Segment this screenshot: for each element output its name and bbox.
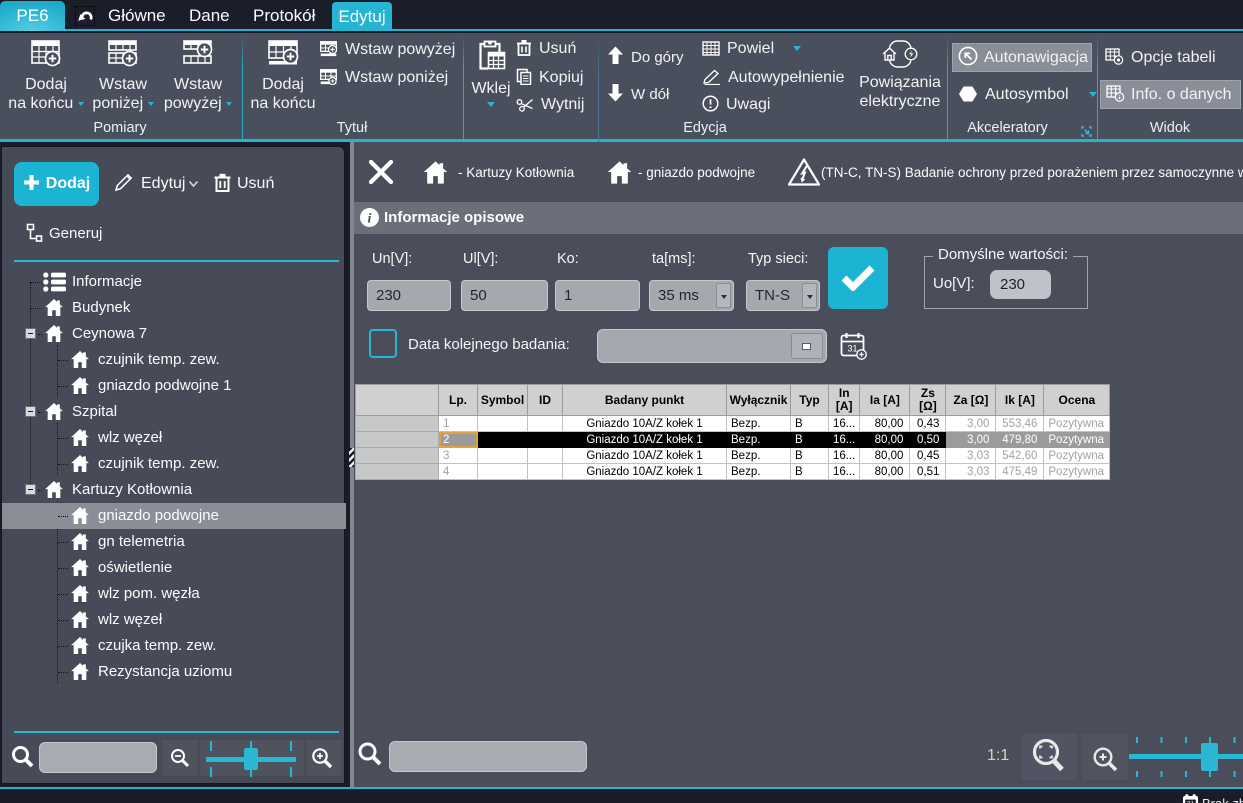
svg-text:i: i: [368, 212, 372, 227]
svg-text:31: 31: [847, 344, 857, 354]
